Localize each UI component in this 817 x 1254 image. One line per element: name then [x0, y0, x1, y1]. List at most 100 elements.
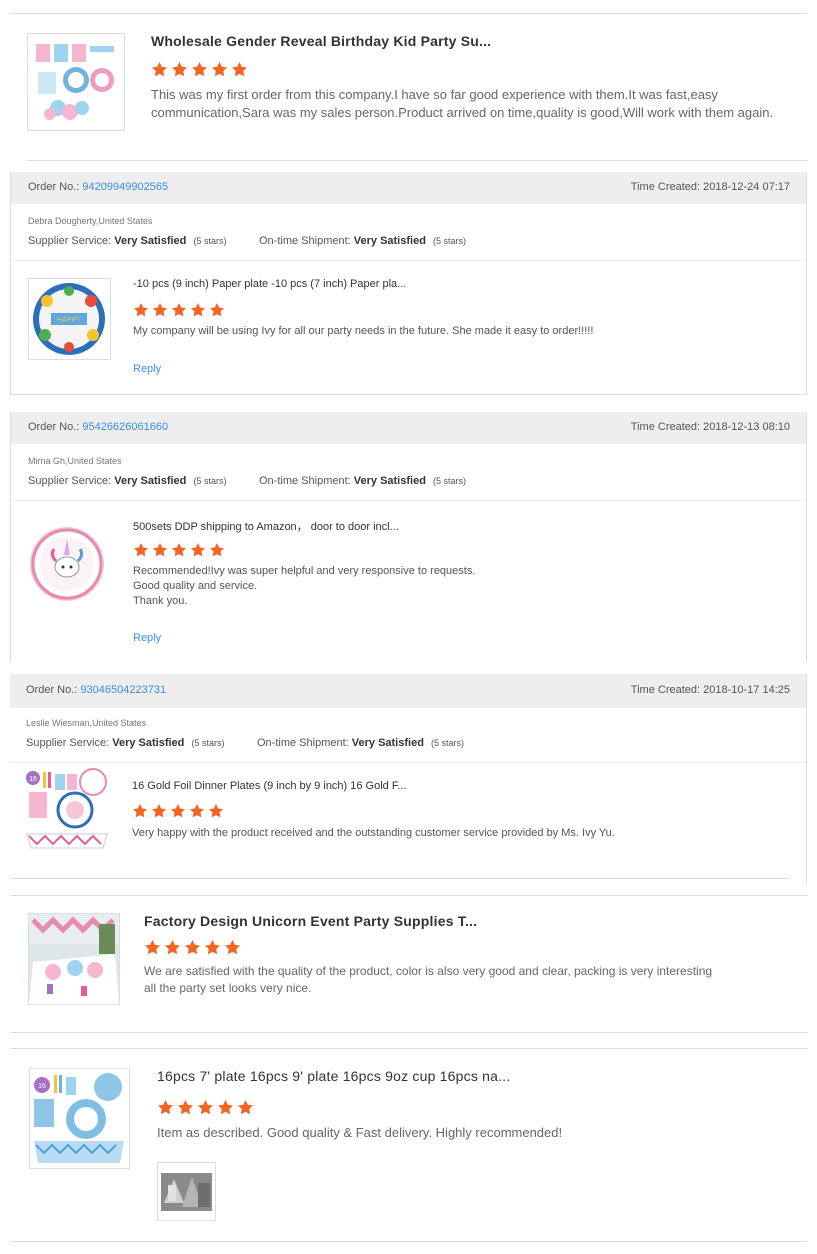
star-icon [237, 1099, 254, 1116]
divider [10, 394, 807, 395]
star-icon [184, 939, 201, 956]
order-number-link[interactable]: 95426626061660 [82, 421, 168, 433]
time-label: Time Created: [630, 181, 701, 193]
shipment-stars: (5 stars) [432, 236, 466, 246]
unicorn-blue-party-set-image: 16 [30, 1069, 129, 1168]
star-icon [189, 803, 205, 819]
star-icon [224, 939, 241, 956]
star-icon [157, 1099, 174, 1116]
time-value: 2018-10-17 14:25 [703, 684, 790, 696]
divider [11, 260, 806, 261]
shipment-stars: (5 stars) [432, 476, 466, 486]
divider [10, 13, 807, 14]
star-icon [171, 542, 187, 558]
svg-text:HAPPY: HAPPY [57, 317, 81, 324]
rating-stars [132, 803, 224, 819]
gender-reveal-party-image [28, 34, 124, 130]
order-number: Order No.: 94209949902565 [28, 181, 168, 193]
reply-link[interactable]: Reply [133, 363, 161, 375]
product-thumbnail[interactable] [28, 913, 120, 1005]
order-number: Order No.: 93046504223731 [26, 684, 166, 696]
rating-stars [133, 542, 225, 558]
unicorn-party-table-image [29, 914, 119, 1004]
supplier-stars: (5 stars) [193, 476, 227, 486]
order-header: Order No.: 93046504223731 Time Created: … [10, 674, 806, 708]
time-value: 2018-12-13 08:10 [703, 421, 790, 433]
review-product-title[interactable]: Factory Design Unicorn Event Party Suppl… [144, 913, 477, 929]
review-text: Very happy with the product received and… [132, 827, 615, 839]
review-product-title[interactable]: 16pcs 7' plate 16pcs 9' plate 16pcs 9oz … [157, 1068, 510, 1084]
card-border [806, 172, 807, 394]
review-text: Item as described. Good quality & Fast d… [157, 1125, 563, 1140]
order-number-link[interactable]: 94209949902565 [82, 181, 168, 193]
star-icon [171, 302, 187, 318]
supplier-service-rating: Supplier Service: Very Satisfied (5 star… [26, 737, 224, 749]
review-text-line: Thank you. [133, 595, 188, 607]
review-product-title[interactable]: Wholesale Gender Reveal Birthday Kid Par… [151, 33, 491, 49]
product-title[interactable]: -10 pcs (9 inch) Paper plate -10 pcs (7 … [133, 278, 406, 290]
product-thumbnail[interactable] [28, 525, 106, 603]
time-created: Time Created: 2018-12-13 08:10 [631, 421, 790, 433]
product-title[interactable]: 500sets DDP shipping to Amazon， door to … [133, 518, 399, 534]
supplier-value: Very Satisfied [114, 475, 187, 487]
product-thumbnail[interactable]: HAPPY [28, 278, 111, 360]
order-label: Order No.: [28, 421, 80, 433]
star-icon [217, 1099, 234, 1116]
time-value: 2018-12-24 07:17 [703, 181, 790, 193]
supplier-label: Supplier Service: [26, 737, 110, 749]
star-icon [132, 803, 148, 819]
card-border [10, 412, 11, 662]
review-text: Recommended!Ivy was super helpful and ve… [133, 564, 475, 609]
unicorn-party-set-image: 16 [26, 768, 108, 849]
product-thumbnail[interactable] [27, 33, 125, 131]
time-created: Time Created: 2018-10-17 14:25 [631, 684, 790, 696]
star-icon [133, 542, 149, 558]
rating-stars [144, 939, 241, 956]
supplier-stars: (5 stars) [191, 738, 225, 748]
order-header: Order No.: 95426626061660 Time Created: … [11, 412, 806, 444]
star-icon [208, 803, 224, 819]
shipment-label: On-time Shipment: [259, 475, 351, 487]
product-title[interactable]: 16 Gold Foil Dinner Plates (9 inch by 9 … [132, 780, 407, 792]
divider [11, 500, 806, 501]
star-icon [152, 542, 168, 558]
time-label: Time Created: [630, 421, 701, 433]
card-border [806, 412, 807, 662]
star-icon [190, 302, 206, 318]
review-text-line: Good quality and service. [133, 580, 258, 592]
time-label: Time Created: [630, 684, 701, 696]
review-photo[interactable] [157, 1162, 216, 1221]
product-thumbnail[interactable]: 16 [25, 768, 109, 852]
review-text-line: We are satisfied with the quality of the… [144, 964, 713, 978]
divider [27, 160, 807, 161]
shipment-rating: On-time Shipment: Very Satisfied (5 star… [259, 235, 466, 247]
star-icon [171, 61, 188, 78]
star-icon [209, 302, 225, 318]
buyer-name: Debra Dougherty,United States [28, 216, 153, 226]
shipment-label: On-time Shipment: [259, 235, 351, 247]
review-text: We are satisfied with the quality of the… [144, 963, 712, 997]
product-thumbnail[interactable]: 16 [29, 1068, 130, 1169]
order-header: Order No.: 94209949902565 Time Created: … [11, 172, 806, 204]
time-created: Time Created: 2018-12-24 07:17 [631, 181, 790, 193]
star-icon [133, 302, 149, 318]
svg-text:16: 16 [29, 776, 37, 783]
divider [10, 878, 790, 879]
birthday-plate-image: HAPPY [33, 283, 105, 355]
star-icon [190, 542, 206, 558]
divider [10, 1241, 807, 1242]
star-icon [197, 1099, 214, 1116]
shipment-rating: On-time Shipment: Very Satisfied (5 star… [257, 737, 464, 749]
supplier-service-rating: Supplier Service: Very Satisfied (5 star… [28, 475, 226, 487]
star-icon [204, 939, 221, 956]
supplier-label: Supplier Service: [28, 475, 112, 487]
star-icon [170, 803, 186, 819]
shipment-stars: (5 stars) [430, 738, 464, 748]
order-number-link[interactable]: 93046504223731 [80, 684, 166, 696]
shipment-label: On-time Shipment: [257, 737, 349, 749]
reply-link[interactable]: Reply [133, 632, 161, 644]
order-label: Order No.: [26, 684, 78, 696]
order-number: Order No.: 95426626061660 [28, 421, 168, 433]
supplier-service-rating: Supplier Service: Very Satisfied (5 star… [28, 235, 226, 247]
card-border [10, 172, 11, 394]
